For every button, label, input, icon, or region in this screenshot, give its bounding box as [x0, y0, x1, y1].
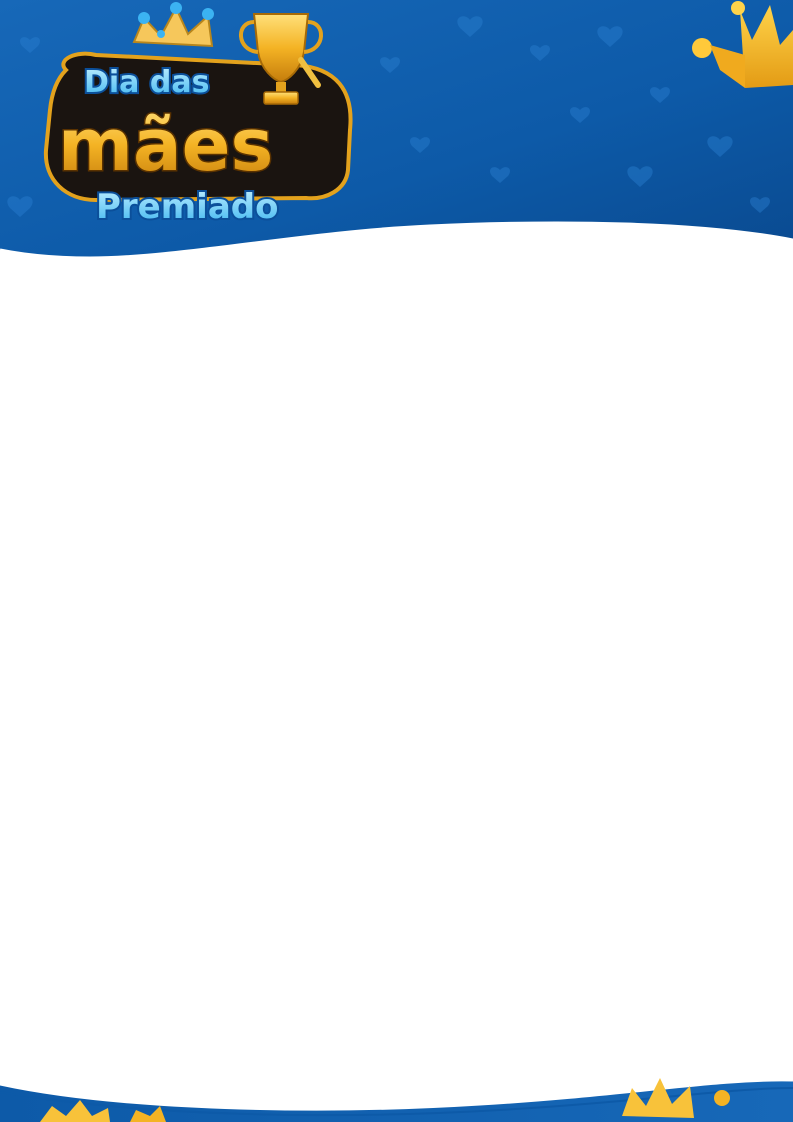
logo-line3: Premiado [96, 187, 278, 227]
letterhead-page: Dia das mães Premiado [0, 0, 793, 1122]
footer-banner [0, 1078, 793, 1122]
logo: Dia das mães Premiado [43, 2, 353, 229]
logo-line1: Dia das [84, 65, 209, 100]
crown-icon [132, 2, 214, 48]
letter-body [0, 270, 793, 1060]
logo-line2: mães [58, 103, 273, 187]
crown-icon [692, 1, 793, 88]
